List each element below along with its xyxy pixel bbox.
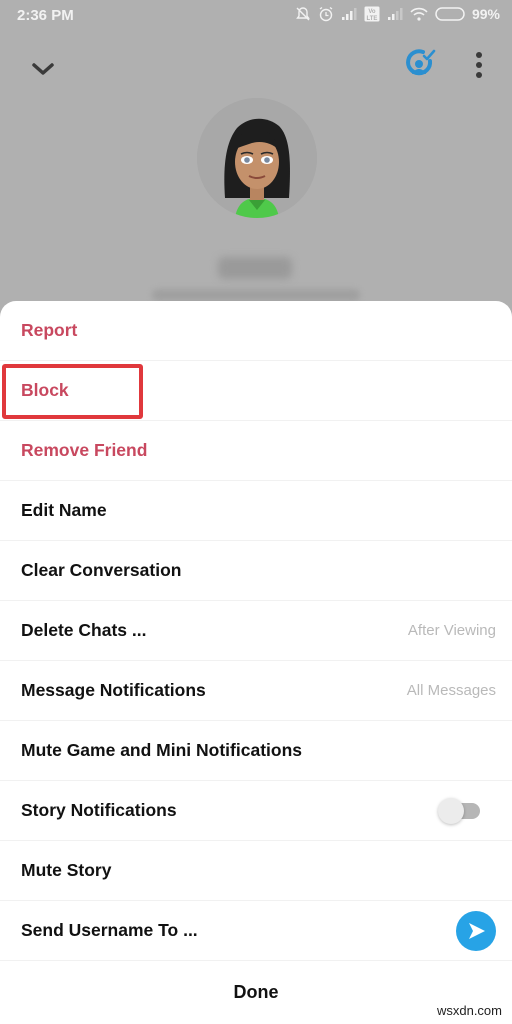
signal-icon [387, 8, 403, 20]
menu-item-block[interactable]: Block [0, 361, 512, 421]
chevron-down-icon[interactable] [30, 58, 56, 80]
send-username-button[interactable] [456, 910, 496, 951]
menu-item-label: Message Notifications [21, 680, 206, 700]
volte-icon: VoLTE [364, 6, 380, 22]
menu-item-send-username[interactable]: Send Username To ... [0, 901, 512, 961]
toggle-thumb [438, 797, 464, 824]
profile-username-blurred [152, 289, 360, 301]
action-sheet: Report Block Remove Friend Edit Name Cle… [0, 301, 512, 1024]
menu-item-message-notifications[interactable]: Message Notifications All Messages [0, 661, 512, 721]
bitmoji-avatar-icon [197, 98, 317, 218]
menu-item-label: Delete Chats ... [21, 620, 147, 640]
message-notifications-value: All Messages [406, 682, 496, 699]
menu-item-mute-story[interactable]: Mute Story [0, 841, 512, 901]
story-notifications-toggle[interactable] [438, 797, 482, 824]
menu-item-mute-game-notifications[interactable]: Mute Game and Mini Notifications [0, 721, 512, 781]
menu-item-report[interactable]: Report [0, 301, 512, 361]
menu-item-label: Clear Conversation [21, 560, 182, 580]
send-icon [469, 922, 485, 939]
done-label: Done [233, 981, 279, 1002]
status-icons: Vo LTE 99% [295, 6, 500, 22]
menu-item-edit-name[interactable]: Edit Name [0, 481, 512, 541]
more-vertical-icon[interactable] [470, 50, 488, 80]
wifi-icon [410, 7, 428, 21]
menu-item-remove-friend[interactable]: Remove Friend [0, 421, 512, 481]
battery-percent: 99% [471, 6, 500, 22]
menu-item-label: Remove Friend [21, 440, 148, 460]
menu-item-story-notifications[interactable]: Story Notifications [0, 781, 512, 841]
status-bar: 2:36 PM Vo LTE 99% [0, 0, 512, 34]
menu-item-label: Edit Name [21, 500, 107, 520]
done-button[interactable]: Done [0, 961, 512, 1023]
profile-name-blurred [218, 257, 292, 279]
menu-item-label: Mute Game and Mini Notifications [21, 740, 302, 760]
menu-item-label: Story Notifications [21, 800, 177, 820]
watermark: wsxdn.com [436, 1003, 502, 1018]
menu-item-label: Report [21, 320, 78, 340]
menu-item-label: Send Username To ... [21, 920, 198, 940]
battery-icon [435, 7, 465, 21]
menu-item-clear-conversation[interactable]: Clear Conversation [0, 541, 512, 601]
menu-item-label: Block [21, 380, 69, 400]
menu-item-label: Mute Story [21, 860, 112, 880]
signal-icon [341, 8, 357, 20]
delete-chats-value: After Viewing [407, 622, 496, 639]
status-time: 2:36 PM [17, 7, 74, 24]
profile-header [0, 34, 512, 304]
menu-item-delete-chats[interactable]: Delete Chats ... After Viewing [0, 601, 512, 661]
friend-check-icon[interactable] [403, 47, 437, 81]
avatar[interactable] [197, 98, 317, 218]
svg-text:Vo: Vo [368, 9, 376, 15]
notifications-off-icon [296, 7, 310, 21]
svg-text:LTE: LTE [367, 16, 378, 22]
alarm-icon [319, 6, 333, 22]
